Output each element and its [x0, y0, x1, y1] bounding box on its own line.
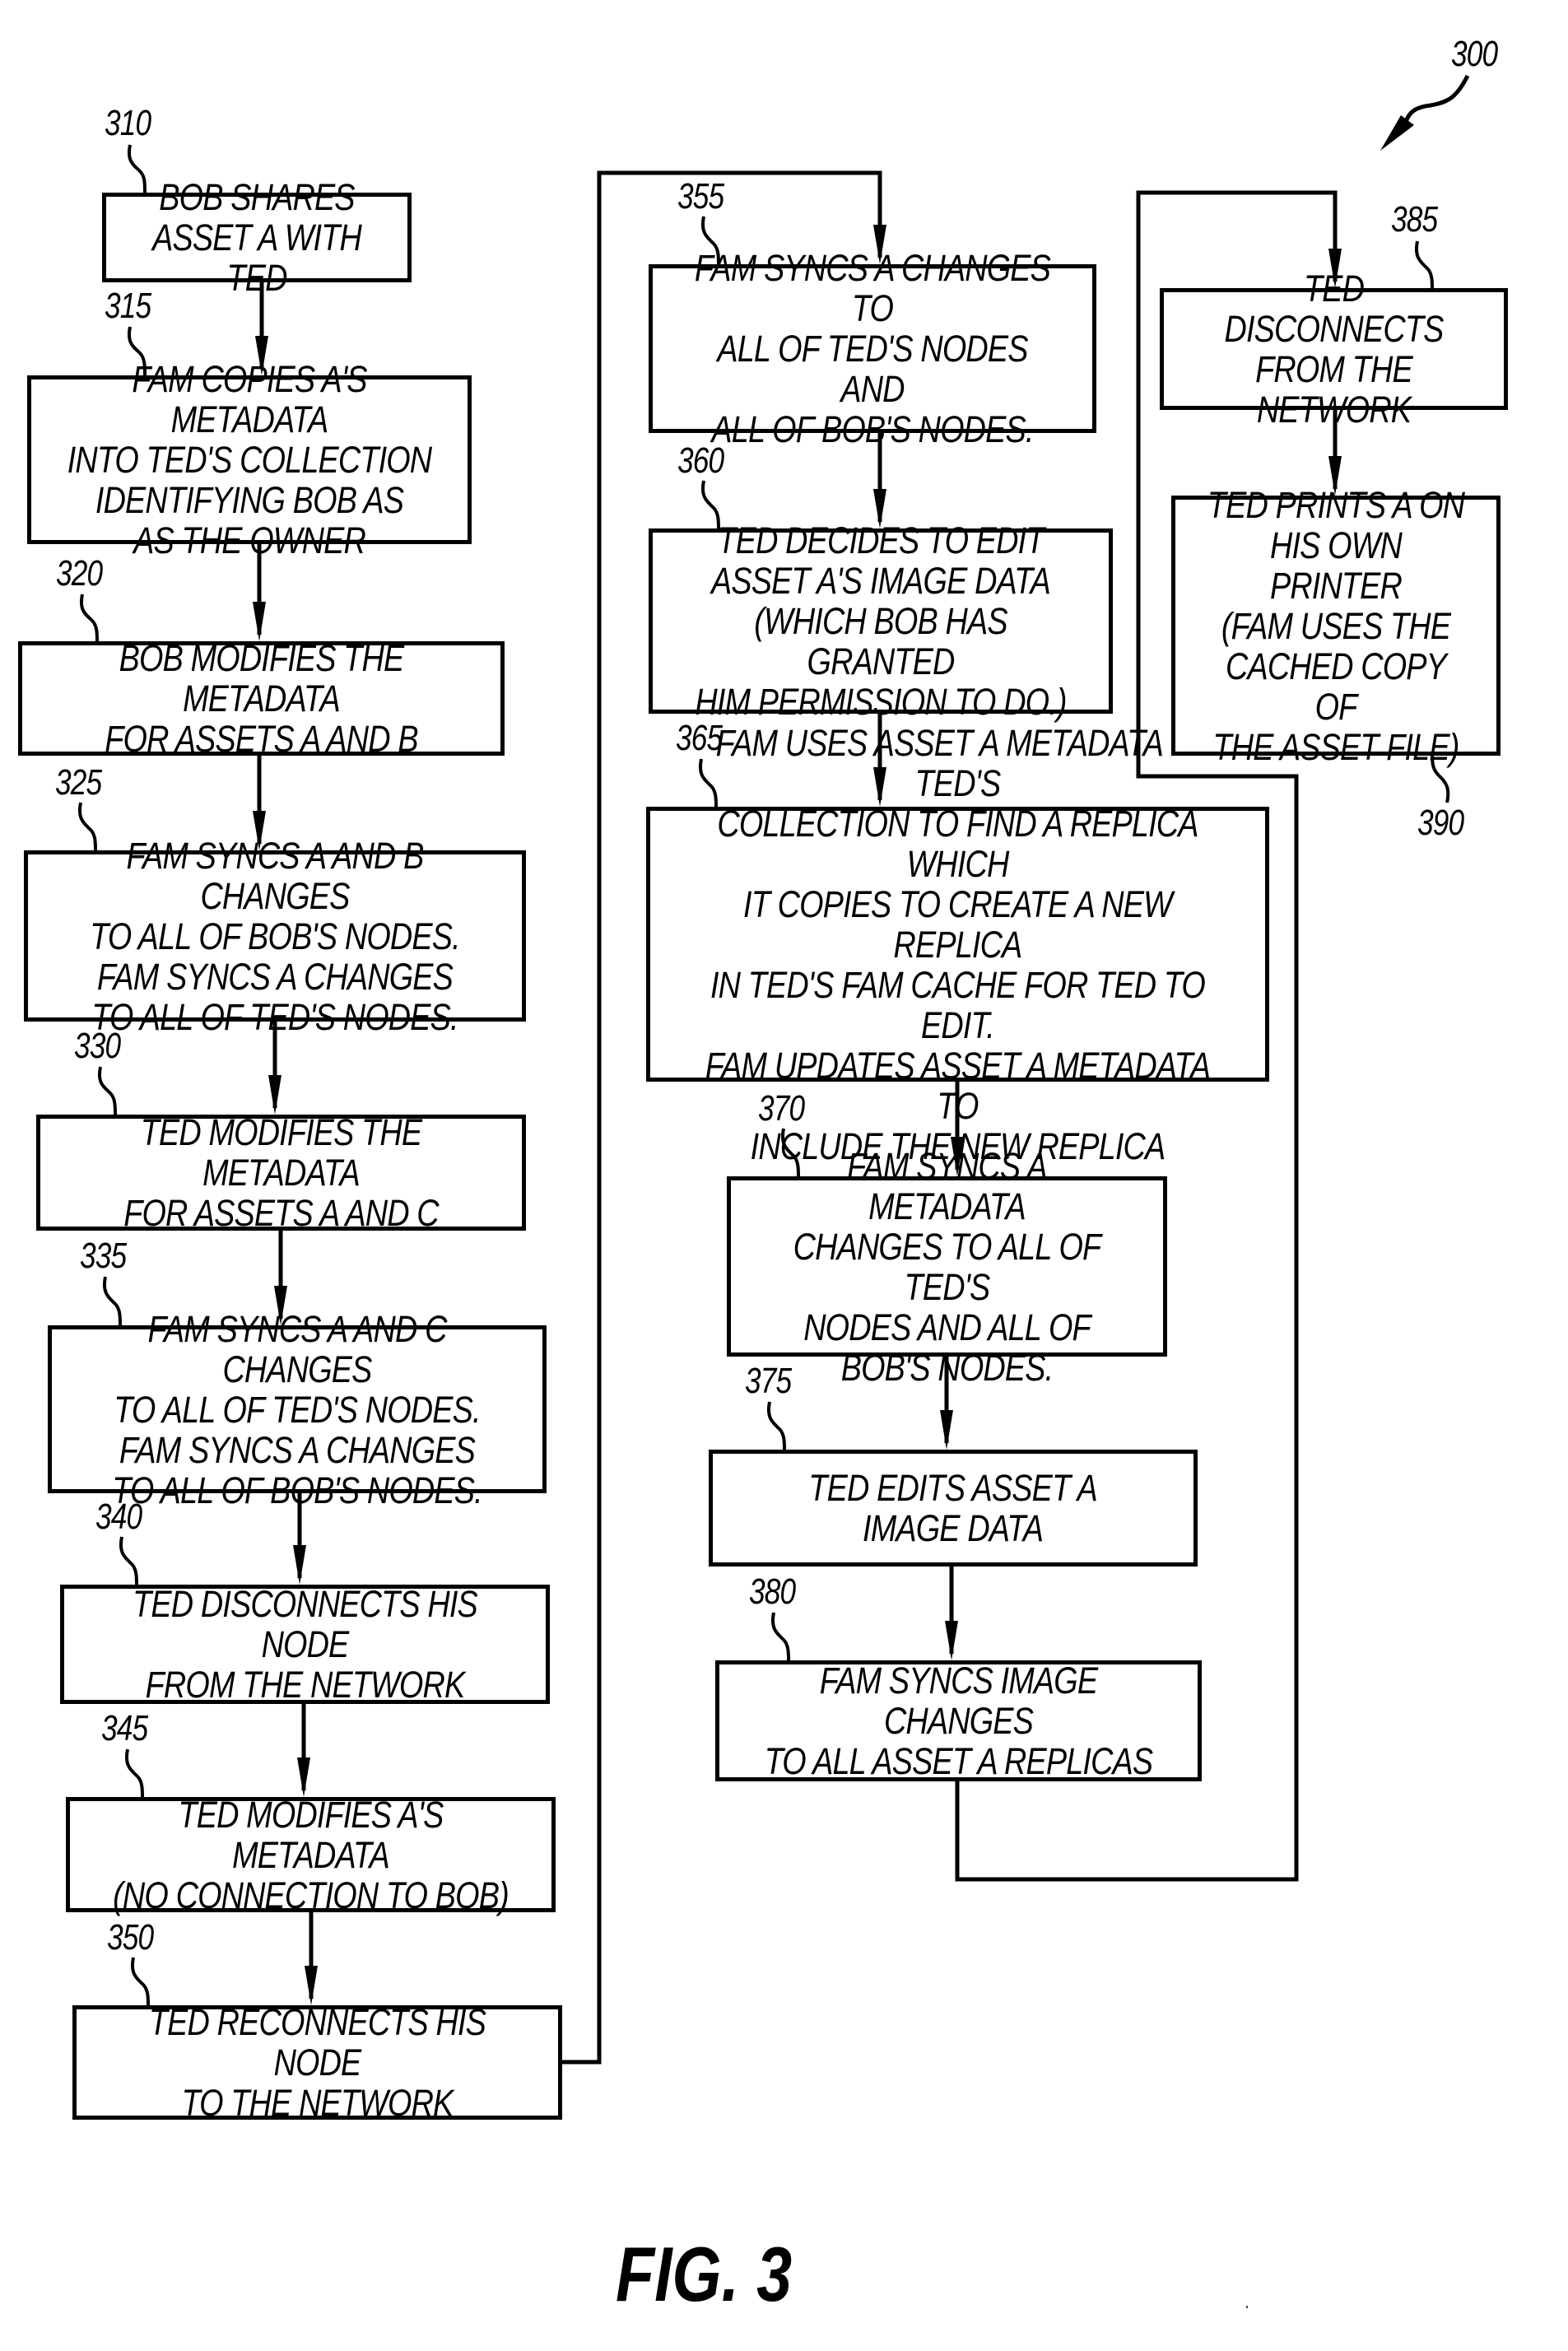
figure-number-label: 300 — [1451, 34, 1498, 74]
arrowhead-340 — [293, 1545, 306, 1585]
leader-375 — [767, 1401, 786, 1450]
step-box-330: TED MODIFIES THE METADATA FOR ASSETS A A… — [36, 1111, 526, 1234]
ref-label-385: 385 — [1391, 199, 1438, 240]
step-text-335: FAM SYNCS A AND C CHANGES TO ALL OF TED'… — [112, 1307, 482, 1511]
step-box-350: TED RECONNECTS HIS NODE TO THE NETWORK — [72, 2001, 562, 2124]
step-box-320: BOB MODIFIES THE METADATA FOR ASSETS A A… — [18, 637, 505, 760]
leader-350 — [131, 1957, 150, 2006]
step-text-355: FAM SYNCS A CHANGES TO ALL OF TED'S NODE… — [694, 247, 1051, 450]
step-text-385: TED DISCONNECTS FROM THE NETWORK — [1224, 268, 1445, 431]
ref-label-355: 355 — [677, 176, 724, 216]
step-box-310: BOB SHARES ASSET A WITH TED — [102, 177, 412, 298]
figure-caption: FIG. 3 — [616, 2231, 793, 2317]
ref-label-335: 335 — [80, 1236, 127, 1276]
arrowhead-320 — [253, 602, 266, 641]
ref-label-325: 325 — [55, 762, 102, 803]
step-box-370: FAM SYNCS A METADATA CHANGES TO ALL OF T… — [727, 1146, 1167, 1388]
leader-320 — [80, 594, 99, 642]
leader-330 — [98, 1066, 117, 1115]
step-text-320: BOB MODIFIES THE METADATA FOR ASSETS A A… — [105, 637, 418, 760]
step-text-380: FAM SYNCS IMAGE CHANGES TO ALL ASSET A R… — [764, 1660, 1153, 1782]
leader-340 — [119, 1536, 138, 1585]
arrowhead-380 — [945, 1621, 958, 1660]
step-text-390: TED PRINTS A ON HIS OWN PRINTER (FAM USE… — [1207, 483, 1465, 768]
step-text-345: TED MODIFIES A'S METADATA (NO CONNECTION… — [113, 1793, 509, 1916]
step-text-330: TED MODIFIES THE METADATA FOR ASSETS A A… — [123, 1111, 439, 1234]
step-box-365: FAM USES ASSET A METADATA IN TED'S COLLE… — [646, 723, 1269, 1166]
scan-speck — [1246, 2306, 1248, 2308]
step-text-365: FAM USES ASSET A METADATA IN TED'S COLLE… — [705, 721, 1211, 1167]
step-text-375: TED EDITS ASSET A IMAGE DATA — [808, 1467, 1098, 1549]
ref-label-310: 310 — [105, 103, 151, 143]
ref-label-380: 380 — [749, 1571, 796, 1612]
figure-reference-arrow — [1380, 74, 1470, 151]
leader-345 — [125, 1748, 144, 1798]
ref-label-350: 350 — [107, 1917, 154, 1958]
step-box-390: TED PRINTS A ON HIS OWN PRINTER (FAM USE… — [1171, 485, 1501, 767]
ref-label-320: 320 — [56, 553, 103, 594]
step-box-360: TED DECIDES TO EDIT ASSET A'S IMAGE DATA… — [649, 520, 1113, 722]
ref-label-390: 390 — [1417, 803, 1464, 843]
step-box-325: FAM SYNCS A AND B CHANGES TO ALL OF BOB'… — [24, 836, 526, 1037]
step-text-325: FAM SYNCS A AND B CHANGES TO ALL OF BOB'… — [90, 834, 460, 1038]
step-text-315: FAM COPIES A'S METADATA INTO TED'S COLLE… — [67, 358, 432, 561]
step-box-355: FAM SYNCS A CHANGES TO ALL OF TED'S NODE… — [649, 248, 1096, 449]
step-box-335: FAM SYNCS A AND C CHANGES TO ALL OF TED'… — [48, 1309, 547, 1511]
step-text-310: BOB SHARES ASSET A WITH TED — [152, 176, 362, 299]
step-box-340: TED DISCONNECTS HIS NODE FROM THE NETWOR… — [60, 1583, 550, 1706]
step-box-380: FAM SYNCS IMAGE CHANGES TO ALL ASSET A R… — [715, 1660, 1202, 1781]
arrowhead-330 — [268, 1075, 281, 1115]
ref-label-345: 345 — [101, 1708, 148, 1748]
step-box-315: FAM COPIES A'S METADATA INTO TED'S COLLE… — [27, 359, 472, 561]
patent-figure-page: 300 310 315 320 325 330 335 340 345 350 … — [0, 0, 1568, 2351]
step-box-385: TED DISCONNECTS FROM THE NETWORK — [1160, 268, 1508, 430]
arrowhead-345 — [297, 1757, 310, 1797]
arrowhead-350 — [305, 1966, 318, 2005]
step-text-360: TED DECIDES TO EDIT ASSET A'S IMAGE DATA… — [695, 519, 1067, 723]
step-text-340: TED DISCONNECTS HIS NODE FROM THE NETWOR… — [133, 1583, 478, 1706]
step-text-350: TED RECONNECTS HIS NODE TO THE NETWORK — [148, 2001, 486, 2124]
step-box-375: TED EDITS ASSET A IMAGE DATA — [709, 1450, 1198, 1567]
step-text-370: FAM SYNCS A METADATA CHANGES TO ALL OF T… — [793, 1144, 1101, 1389]
step-box-345: TED MODIFIES A'S METADATA (NO CONNECTION… — [66, 1795, 556, 1916]
arrowhead-375 — [940, 1410, 953, 1450]
leader-380 — [771, 1612, 790, 1661]
